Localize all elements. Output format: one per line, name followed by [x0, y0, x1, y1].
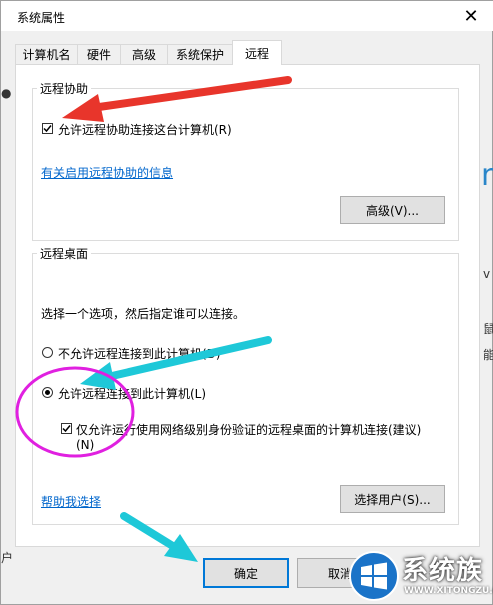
help-me-choose-link[interactable]: 帮助我选择 — [41, 493, 101, 510]
bg-fragment: ● — [1, 86, 12, 100]
advanced-button[interactable]: 高级(V)... — [340, 196, 445, 224]
ok-button[interactable]: 确定 — [203, 558, 289, 588]
disallow-remote-label[interactable]: 不允许远程连接到此计算机(D) — [58, 345, 221, 362]
checkmark-icon — [62, 425, 71, 433]
bg-fragment: v — [483, 267, 491, 281]
nla-only-label-line1[interactable]: 仅允许运行使用网络级别身份验证的远程桌面的计算机连接(建议) — [76, 421, 421, 438]
tab-label: 硬件 — [86, 48, 111, 62]
remote-assistance-title: 远程协助 — [37, 80, 92, 97]
remote-assistance-info-link[interactable]: 有关启用远程协助的信息 — [41, 164, 173, 181]
watermark-site-text: WWW.XITONGZU.COM — [404, 586, 493, 596]
remote-desktop-title: 远程桌面 — [37, 245, 92, 262]
tab-system-protection[interactable]: 系统保护 — [167, 44, 233, 64]
bg-fragment: 户 — [1, 551, 14, 565]
bg-fragment: 鼠 — [483, 322, 493, 336]
tab-hardware[interactable]: 硬件 — [77, 44, 121, 64]
close-button[interactable]: ✕ — [456, 3, 486, 29]
tab-label: 系统保护 — [175, 48, 224, 62]
allow-remote-label[interactable]: 允许远程连接到此计算机(L) — [58, 385, 206, 402]
remote-desktop-instruction: 选择一个选项，然后指定谁可以连接。 — [41, 307, 246, 321]
site-watermark: 系统族 WWW.XITONGZU.COM — [348, 548, 493, 605]
tab-remote[interactable]: 远程 — [232, 40, 282, 65]
allow-remote-radio[interactable] — [42, 387, 53, 398]
tab-label: 远程 — [244, 46, 269, 61]
bg-fragment: n — [481, 158, 493, 193]
tab-label: 计算机名 — [22, 48, 71, 62]
tab-panel-remote: 远程协助 允许远程协助连接这台计算机(R) 有关启用远程协助的信息 高级(V).… — [15, 64, 480, 547]
select-users-button[interactable]: 选择用户(S)... — [340, 485, 445, 513]
nla-only-label-line2[interactable]: (N) — [76, 438, 94, 452]
checkmark-icon — [43, 125, 52, 133]
watermark-brand-text: 系统族 — [402, 556, 484, 586]
button-label: 高级(V)... — [365, 203, 420, 218]
window-title: 系统属性 — [17, 11, 66, 25]
tab-computer-name[interactable]: 计算机名 — [15, 44, 78, 64]
title-bar: 系统属性 ✕ — [1, 1, 493, 31]
button-label: 选择用户(S)... — [354, 492, 431, 507]
disallow-remote-radio[interactable] — [42, 347, 53, 358]
system-properties-dialog: 系统属性 ✕ 计算机名 硬件 高级 系统保护 远程 远程协助 允许远程协助连接这… — [0, 0, 493, 605]
tab-advanced[interactable]: 高级 — [120, 44, 168, 64]
allow-remote-assistance-label[interactable]: 允许远程协助连接这台计算机(R) — [58, 121, 232, 138]
bg-fragment: 能 — [483, 348, 493, 362]
button-label: 确定 — [233, 566, 258, 581]
radio-selected-dot — [45, 390, 50, 395]
close-icon: ✕ — [463, 5, 479, 27]
tab-label: 高级 — [131, 48, 156, 62]
allow-remote-assistance-checkbox[interactable] — [42, 123, 53, 134]
windows-logo-icon — [349, 551, 399, 601]
nla-only-checkbox[interactable] — [61, 423, 72, 434]
